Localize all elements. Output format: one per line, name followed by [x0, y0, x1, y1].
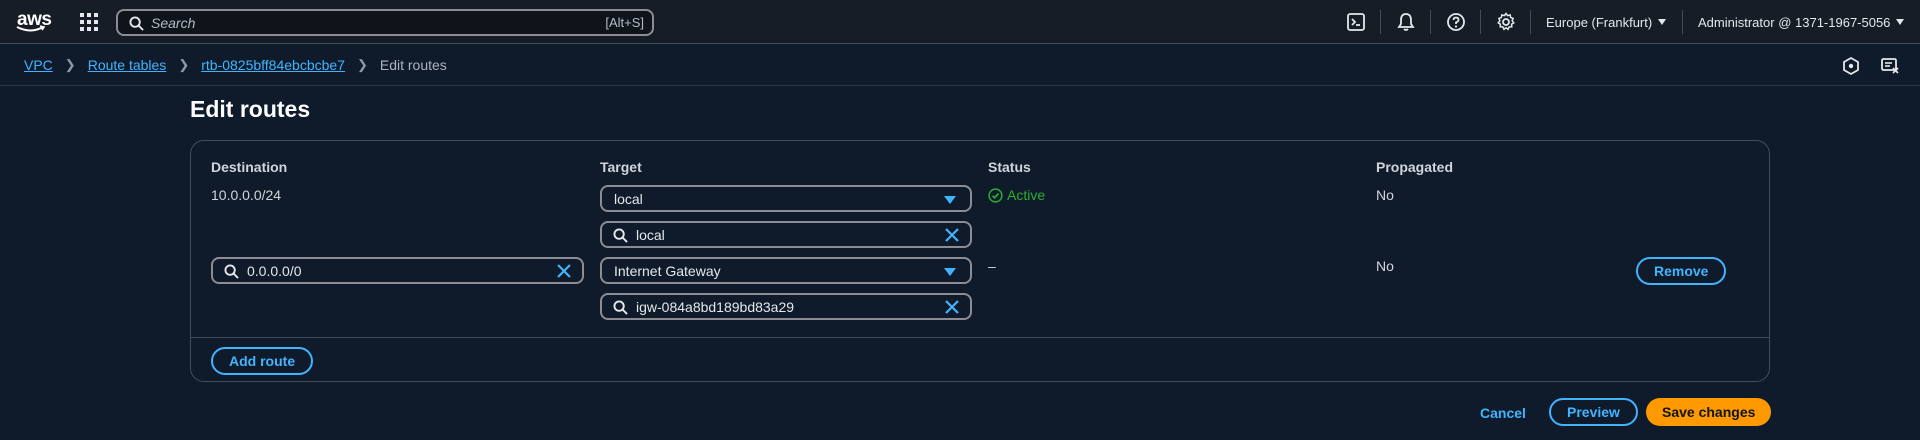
breadcrumb-current: Edit routes [379, 57, 447, 73]
clear-icon[interactable] [944, 299, 960, 315]
target-type-select[interactable]: Internet Gateway [600, 257, 972, 284]
destination-input[interactable] [247, 262, 506, 280]
region-label: Europe (Frankfurt) [1546, 15, 1653, 30]
nav-divider [1530, 10, 1531, 34]
route-destination: 10.0.0.0/24 [211, 187, 282, 203]
add-route-button[interactable]: Add route [211, 347, 314, 375]
target-input[interactable] [636, 298, 894, 316]
region-selector[interactable]: Europe (Frankfurt) [1546, 15, 1667, 30]
clear-icon[interactable] [556, 263, 572, 279]
aws-logo[interactable]: aws [16, 9, 52, 34]
nav-divider [1430, 10, 1431, 34]
target-type-value: Internet Gateway [614, 263, 721, 279]
target-type-select[interactable]: local [600, 185, 972, 212]
save-changes-button[interactable]: Save changes [1646, 398, 1772, 426]
clear-icon[interactable] [944, 227, 960, 243]
remove-route-button[interactable]: Remove [1636, 257, 1727, 285]
nav-divider [1480, 10, 1481, 34]
cancel-button[interactable]: Cancel [1480, 405, 1526, 421]
search-shortcut-hint: [Alt+S] [605, 15, 644, 30]
breadcrumb-link-vpc[interactable]: VPC [24, 57, 53, 73]
settings-gear-icon[interactable] [1496, 12, 1516, 32]
search-input[interactable] [151, 13, 551, 33]
search-icon [224, 264, 239, 279]
breadcrumb-link-route-tables[interactable]: Route tables [88, 57, 167, 73]
status-text: – [988, 258, 996, 274]
account-menu[interactable]: Administrator @ 1371-1967-5056 [1698, 15, 1905, 30]
destination-search-field[interactable] [211, 257, 584, 284]
chevron-right-icon: ❯ [356, 57, 368, 72]
chevron-right-icon: ❯ [64, 57, 76, 72]
column-header-propagated: Propagated [1376, 159, 1454, 175]
search-icon [613, 228, 628, 243]
target-type-value: local [614, 191, 643, 207]
top-navigation: aws [Alt+S] [0, 0, 1920, 44]
breadcrumb-link-route-table-id[interactable]: rtb-0825bff84ebcbcbe7 [201, 57, 345, 73]
column-header-status: Status [988, 159, 1031, 175]
status-text: Active [1007, 187, 1046, 203]
chevron-down-icon [1658, 19, 1667, 25]
caret-down-icon [944, 268, 956, 276]
tools-panel-icon[interactable] [1880, 56, 1900, 76]
route-propagated: No [1376, 258, 1394, 274]
nav-divider [1682, 10, 1683, 34]
page-title: Edit routes [190, 96, 311, 122]
global-search[interactable]: [Alt+S] [116, 9, 654, 36]
cloudshell-icon[interactable] [1346, 12, 1366, 32]
column-header-destination: Destination [211, 159, 288, 175]
routes-table-panel: Destination Target Status Propagated 10.… [190, 140, 1770, 382]
route-propagated: No [1376, 187, 1394, 203]
search-icon [613, 300, 628, 315]
services-menu-icon[interactable] [80, 13, 98, 31]
preview-button[interactable]: Preview [1549, 398, 1638, 426]
status-badge: Active [988, 187, 1045, 203]
chevron-right-icon: ❯ [178, 57, 190, 72]
account-label: Administrator @ 1371-1967-5056 [1698, 15, 1891, 30]
chevron-down-icon [1896, 19, 1905, 25]
info-panel-icon[interactable] [1841, 56, 1861, 76]
target-search-field[interactable] [600, 293, 972, 320]
nav-divider [1380, 10, 1381, 34]
breadcrumb-bar: VPC ❯ Route tables ❯ rtb-0825bff84ebcbcb… [0, 44, 1920, 86]
column-header-target: Target [600, 159, 642, 175]
target-search-field[interactable] [600, 221, 972, 248]
caret-down-icon [944, 196, 956, 204]
search-icon [129, 16, 144, 31]
check-circle-icon [988, 188, 1003, 203]
help-icon[interactable] [1446, 12, 1466, 32]
notifications-bell-icon[interactable] [1396, 12, 1416, 32]
breadcrumb: VPC ❯ Route tables ❯ rtb-0825bff84ebcbcb… [24, 57, 447, 73]
aws-smile-icon [16, 25, 46, 32]
target-input[interactable] [636, 226, 894, 244]
table-divider [191, 337, 1769, 338]
